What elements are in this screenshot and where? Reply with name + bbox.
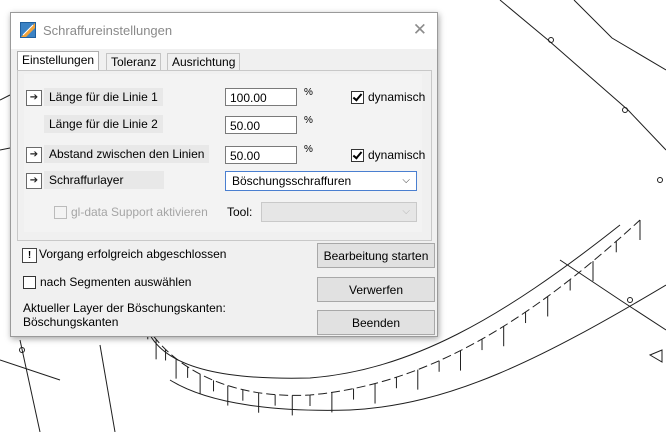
line2-length-input[interactable]: 50.00 [225, 116, 297, 134]
checkbox-unchecked-icon[interactable] [23, 275, 36, 289]
segments-checkbox[interactable]: nach Segmenten auswählen [23, 275, 191, 289]
spacing-dynamic-label: dynamisch [368, 148, 426, 162]
line1-dynamic-checkbox[interactable]: dynamisch [351, 90, 425, 104]
gl-data-support-checkbox[interactable]: gl-data Support aktivieren [54, 205, 208, 219]
line1-unit: % [304, 87, 313, 98]
checkbox-checked-icon[interactable] [351, 148, 364, 162]
right-arrow-icon[interactable]: ➔ [26, 90, 42, 106]
gl-support-label: gl-data Support aktivieren [71, 205, 208, 219]
dialog-title: Schraffureinstellungen [43, 23, 173, 38]
line1-label: Länge für die Linie 1 [44, 88, 163, 106]
current-layer-value: Böschungskanten [23, 315, 119, 329]
hatch-layer-select[interactable]: Böschungsschraffuren ⌵ [225, 171, 417, 191]
line2-label: Länge für die Linie 2 [44, 115, 163, 133]
hatch-settings-dialog: Schraffureinstellungen ✕ Einstellungen T… [10, 12, 438, 337]
line-spacing-input[interactable]: 50.00 [225, 146, 297, 164]
right-arrow-icon[interactable]: ➔ [26, 147, 42, 163]
info-icon: ! [22, 248, 37, 263]
chevron-down-icon: ⌵ [402, 206, 410, 217]
tab-ausrichtung[interactable]: Ausrichtung [167, 53, 241, 71]
tab-einstellungen[interactable]: Einstellungen [17, 51, 100, 72]
hatch-layer-label: Schraffurlayer [44, 171, 164, 189]
line1-length-input[interactable]: 100.00 [225, 88, 297, 106]
tool-label: Tool: [227, 205, 253, 219]
hatch-layer-value: Böschungsschraffuren [232, 174, 352, 188]
checkbox-checked-icon[interactable] [351, 90, 364, 104]
tab-toleranz[interactable]: Toleranz [106, 53, 162, 71]
spacing-unit: % [304, 144, 313, 155]
spacing-dynamic-checkbox[interactable]: dynamisch [351, 148, 425, 162]
discard-button[interactable]: Verwerfen [317, 277, 435, 302]
status-message: Vorgang erfolgreich abgeschlossen [39, 247, 227, 261]
tool-select[interactable]: ⌵ [261, 202, 417, 222]
line2-unit: % [304, 115, 313, 126]
exit-button[interactable]: Beenden [317, 310, 435, 335]
chevron-down-icon[interactable]: ⌵ [402, 172, 410, 190]
line1-dynamic-label: dynamisch [368, 90, 426, 104]
spacing-label: Abstand zwischen den Linien [44, 145, 210, 163]
right-arrow-icon[interactable]: ➔ [26, 173, 42, 189]
hatch-settings-icon [20, 22, 36, 38]
settings-group: ➔ Länge für die Linie 1 100.00 % dynamis… [24, 74, 425, 232]
settings-panel: ➔ Länge für die Linie 1 100.00 % dynamis… [17, 70, 432, 241]
current-layer-heading: Aktueller Layer der Böschungskanten: [23, 301, 226, 315]
start-editing-button[interactable]: Bearbeitung starten [317, 243, 435, 268]
close-icon[interactable]: ✕ [413, 20, 427, 40]
checkbox-unchecked-icon[interactable] [54, 205, 67, 219]
title-bar[interactable]: Schraffureinstellungen ✕ [11, 13, 437, 49]
segments-label: nach Segmenten auswählen [40, 275, 192, 289]
